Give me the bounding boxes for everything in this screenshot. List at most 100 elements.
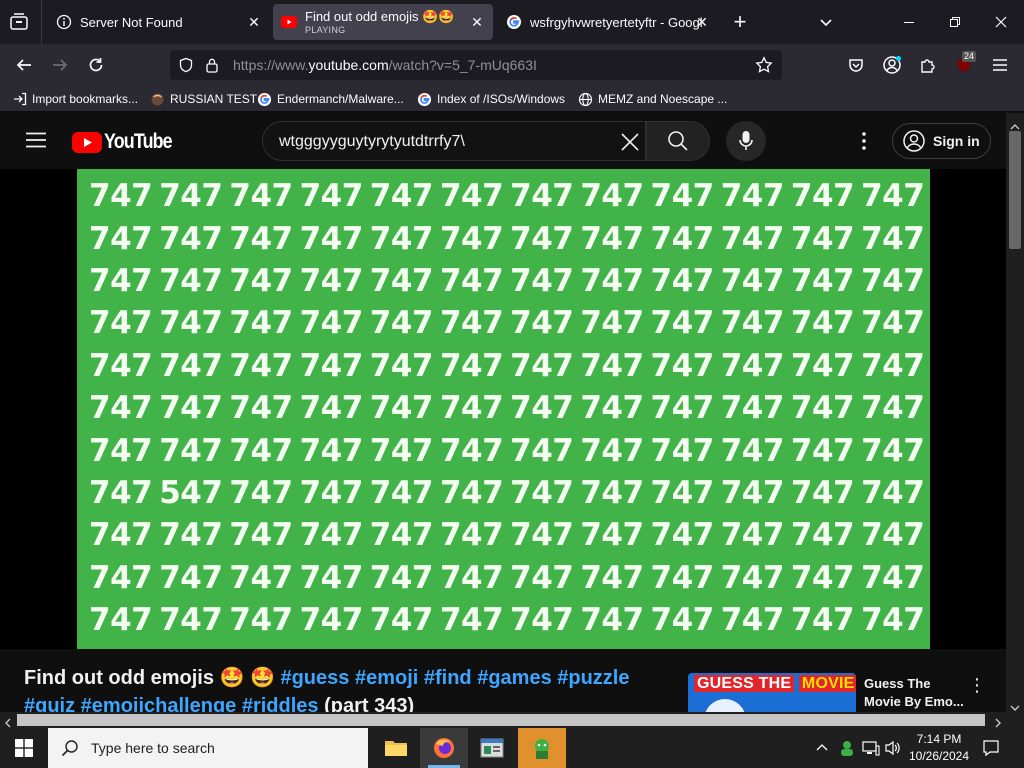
list-all-tabs-icon[interactable] [8, 12, 30, 32]
taskbar-search-box[interactable]: Type here to search [48, 728, 368, 768]
app-menu-icon[interactable] [985, 50, 1015, 80]
puzzle-number: 747 [439, 559, 504, 596]
ublock-extension-icon[interactable]: 24 [949, 50, 979, 80]
pocket-icon[interactable] [841, 50, 871, 80]
bookmark-import[interactable]: Import bookmarks... [12, 90, 138, 108]
close-tab-icon[interactable]: ✕ [246, 14, 262, 30]
puzzle-number: 747 [720, 390, 785, 427]
puzzle-number: 747 [369, 474, 434, 511]
puzzle-number: 747 [299, 432, 364, 469]
horizontal-scrollbar[interactable] [0, 712, 1024, 728]
puzzle-number: 747 [861, 432, 925, 469]
vertical-scroll-thumb[interactable] [1009, 131, 1021, 249]
notification-center-icon[interactable] [982, 739, 1000, 762]
new-tab-icon[interactable]: + [730, 11, 750, 33]
game-character-icon [535, 739, 549, 759]
puzzle-number: 747 [580, 517, 644, 554]
minimize-button[interactable] [886, 0, 932, 44]
settings-more-icon[interactable] [855, 131, 873, 151]
puzzle-number: 747 [369, 602, 434, 639]
bookmark-index-isos[interactable]: Index of /ISOs/Windows [417, 90, 565, 108]
info-icon [56, 14, 72, 30]
puzzle-number: 747 [790, 432, 855, 469]
lock-icon[interactable] [205, 57, 219, 78]
vertical-scrollbar[interactable] [1006, 113, 1024, 712]
puzzle-number: 747 [369, 432, 434, 469]
sign-in-button[interactable]: Sign in [892, 123, 991, 159]
puzzle-number: 747 [650, 602, 715, 639]
people-tray-icon[interactable] [838, 739, 856, 762]
file-explorer-taskbar-button[interactable] [372, 728, 420, 768]
puzzle-number: 747 [229, 347, 293, 384]
recommended-more-icon[interactable]: ⋮ [968, 675, 986, 695]
restore-button[interactable] [932, 0, 978, 44]
back-button[interactable] [9, 50, 39, 80]
bookmark-endermanch-malware[interactable]: Endermanch/Malware... [257, 90, 404, 108]
search-query-text: wtgggyyguytyrytyutdtrrfy7\ [279, 133, 465, 150]
scroll-up-arrow-icon[interactable] [1010, 118, 1020, 130]
puzzle-number: 747 [510, 432, 574, 469]
voice-search-button[interactable] [726, 121, 766, 161]
puzzle-number: 747 [861, 559, 925, 596]
puzzle-row: 747 747 747 747 747 747 747 747 747 747 747 747 [89, 217, 930, 259]
puzzle-number: 747 [299, 220, 364, 257]
video-player[interactable]: 747 747 747 747 747 747 747 747 747 747 747 747 747 7… [77, 169, 930, 649]
clear-search-icon[interactable] [620, 132, 640, 157]
thumbnail-image [704, 699, 746, 712]
address-bar[interactable]: https://www.youtube.com/watch?v=5_7-mUq6… [170, 50, 782, 80]
recommended-video-title[interactable]: Guess The Movie By Emo... [864, 675, 968, 711]
reload-button[interactable] [81, 50, 111, 80]
puzzle-number: 747 [439, 347, 504, 384]
extensions-puzzle-icon[interactable] [913, 50, 943, 80]
scroll-left-arrow-icon[interactable] [4, 715, 12, 728]
puzzle-number: 747 [89, 220, 153, 257]
puzzle-number: 747 [299, 559, 364, 596]
search-icon [668, 131, 688, 151]
youtube-logo[interactable]: YouTube [72, 130, 184, 154]
account-icon[interactable] [877, 50, 907, 80]
search-input[interactable]: wtgggyyguytyrytyutdtrrfy7\ [262, 121, 646, 161]
puzzle-number: 747 [790, 474, 855, 511]
puzzle-number: 747 [580, 305, 644, 342]
puzzle-number: 747 [299, 347, 364, 384]
bookmark-russian-test[interactable]: RUSSIAN TEST [150, 90, 257, 108]
puzzle-number: 747 [650, 390, 715, 427]
search-icon [61, 740, 78, 757]
taskbar-clock[interactable]: 7:14 PM 10/26/2024 [900, 731, 978, 765]
close-tab-icon[interactable]: ✕ [469, 14, 485, 30]
puzzle-number: 747 [790, 602, 855, 639]
show-hidden-icons-chevron-icon[interactable] [815, 741, 829, 760]
scroll-down-arrow-icon[interactable] [1010, 699, 1020, 711]
puzzle-number: 747 [861, 347, 925, 384]
close-window-button[interactable] [978, 0, 1024, 44]
puzzle-number: 747 [299, 517, 364, 554]
puzzle-number: 747 [229, 390, 293, 427]
puzzle-number: 747 [439, 602, 504, 639]
search-button[interactable] [646, 121, 710, 161]
network-icon[interactable] [862, 740, 880, 761]
close-tab-icon[interactable]: ✕ [694, 14, 710, 30]
thumbnail-text: GUESS THE MOVIE [694, 675, 856, 693]
app-taskbar-button[interactable] [468, 728, 516, 768]
puzzle-number: 747 [229, 602, 293, 639]
puzzle-number: 747 [159, 178, 223, 215]
url-path: /watch?v=5_7-mUq663I [388, 57, 537, 73]
puzzle-number: 747 [369, 559, 434, 596]
bookmark-star-icon[interactable] [755, 56, 773, 79]
horizontal-scroll-thumb[interactable] [17, 714, 985, 726]
bookmark-memz-noescape[interactable]: MEMZ and Noescape ... [578, 90, 727, 108]
forward-button[interactable] [45, 50, 75, 80]
recommended-video-thumbnail[interactable]: GUESS THE MOVIE [688, 673, 856, 712]
tracking-protection-shield-icon[interactable] [178, 57, 194, 78]
guide-menu-icon[interactable] [26, 132, 46, 153]
tab-server-not-found[interactable]: Server Not Found ✕ [46, 4, 270, 40]
start-button[interactable] [0, 728, 48, 768]
puzzle-number: 747 [229, 305, 293, 342]
tab-list-chevron-icon[interactable] [817, 13, 835, 31]
puzzle-number: 747 [580, 347, 644, 384]
scroll-right-arrow-icon[interactable] [994, 715, 1002, 728]
tab-youtube-video[interactable]: Find out odd emojis 🤩🤩 #gu PLAYING ✕ [273, 4, 493, 40]
game-taskbar-button[interactable] [518, 728, 566, 768]
firefox-taskbar-button[interactable] [420, 728, 468, 768]
tab-google-search[interactable]: wsfrgyhvwretyertetyftr - Google ✕ [496, 4, 718, 40]
